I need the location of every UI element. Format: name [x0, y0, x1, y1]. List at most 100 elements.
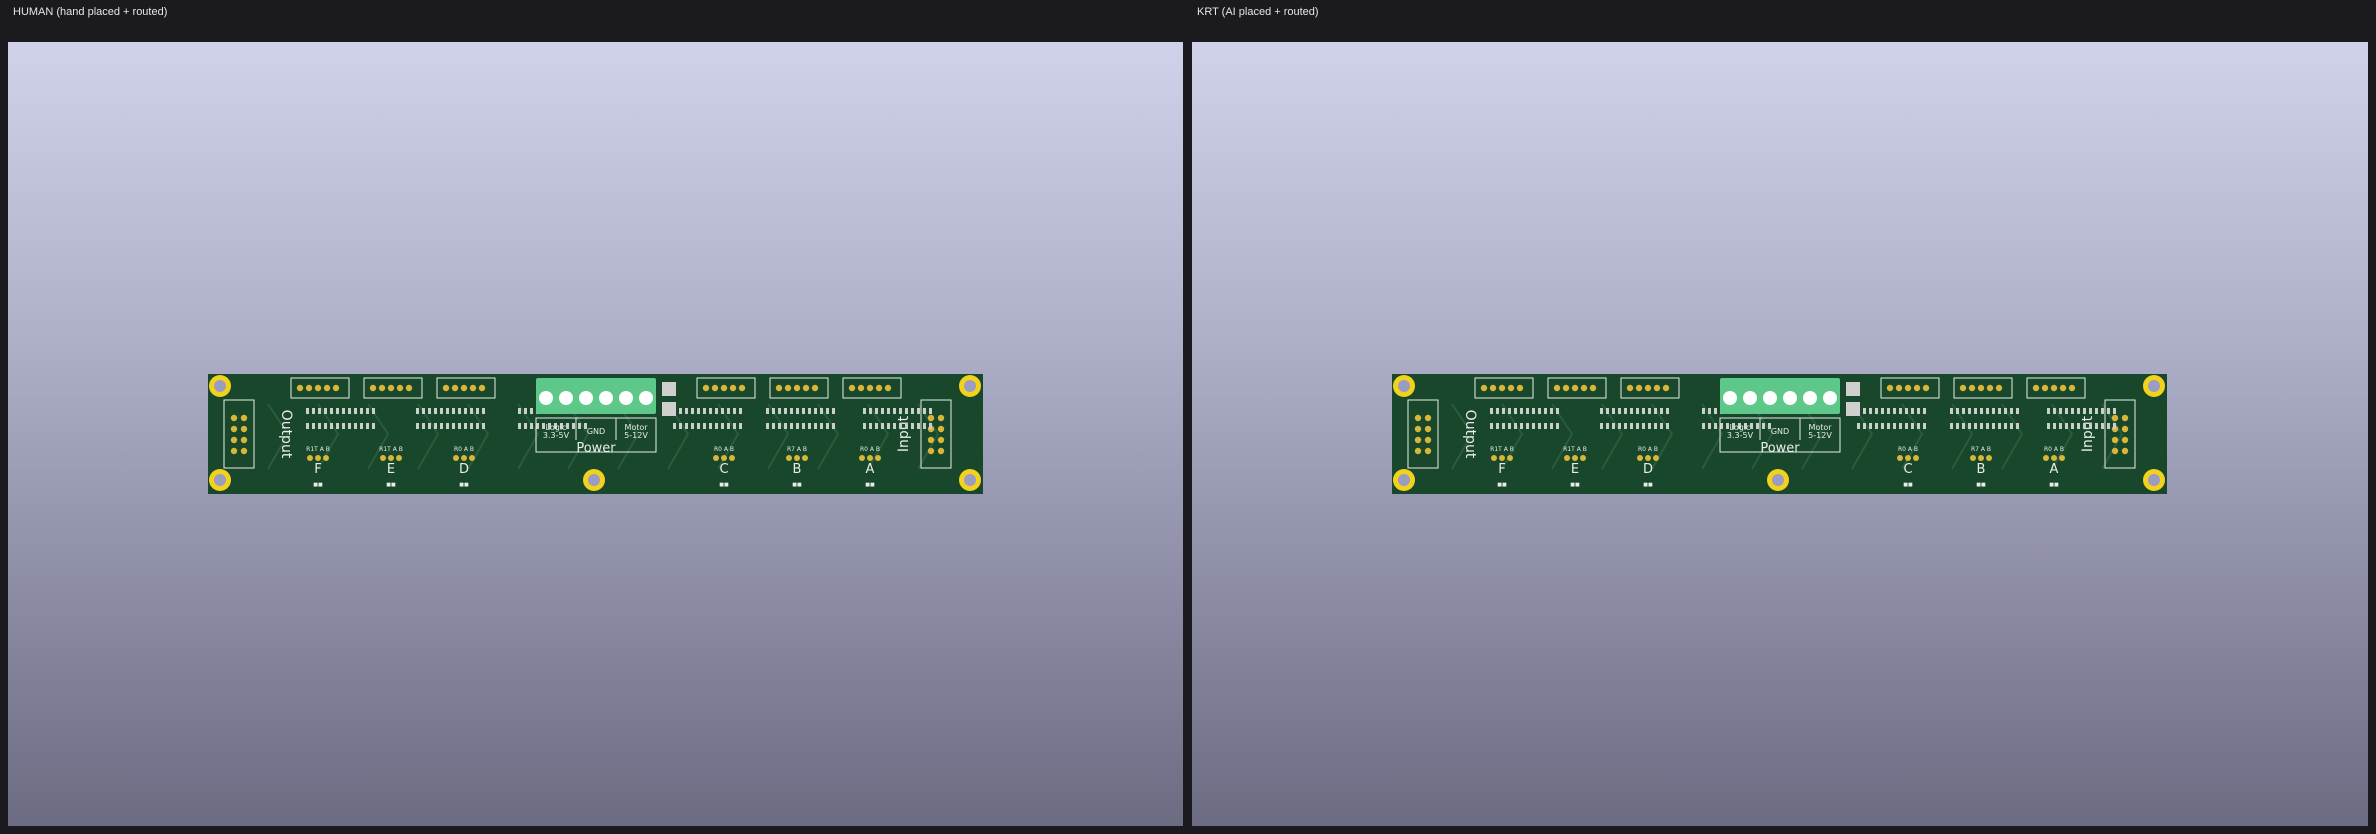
header-pad	[937, 447, 945, 455]
smd-pad	[1624, 408, 1627, 414]
smd-pad	[476, 408, 479, 414]
smd-pad	[733, 423, 736, 429]
smd-pad	[2095, 408, 2098, 414]
smd-pad	[905, 408, 908, 414]
smd-pad	[422, 408, 425, 414]
smd-pad	[1520, 408, 1523, 414]
smd-pad	[518, 423, 521, 429]
smd-pad	[733, 408, 736, 414]
smd-pad	[911, 408, 914, 414]
smd-pad	[1532, 423, 1535, 429]
smd-pad	[1917, 423, 1920, 429]
smd-pad	[814, 408, 817, 414]
jumper-pin	[713, 455, 719, 461]
jumper-pin	[396, 455, 402, 461]
smd-pad	[814, 423, 817, 429]
smd-pad	[1881, 423, 1884, 429]
smd-pad	[1899, 408, 1902, 414]
terminal-screw	[1823, 391, 1837, 405]
connector-pin	[1922, 384, 1930, 392]
smd-pad	[1881, 408, 1884, 414]
connector-pin	[369, 384, 377, 392]
regulator-chip	[1846, 402, 1860, 416]
viewport-krt[interactable]: Output Input Logic 3.3-5V GND Motor 5-12V Power…	[1192, 42, 2368, 826]
smd-pad	[2047, 408, 2050, 414]
smd-pad	[330, 408, 333, 414]
jumper-pin	[786, 455, 792, 461]
connector-pin	[396, 384, 404, 392]
smd-pad	[1606, 423, 1609, 429]
connector-pin	[1986, 384, 1994, 392]
smd-pad	[416, 408, 419, 414]
connector-pin	[793, 384, 801, 392]
smd-pad	[917, 408, 920, 414]
connector-pin	[1489, 384, 1497, 392]
smd-pad	[1600, 408, 1603, 414]
terminal-label: 5-12V	[624, 431, 648, 440]
smd-pad	[869, 408, 872, 414]
smd-pad	[784, 423, 787, 429]
header-pad	[1414, 436, 1422, 444]
jumper-label: R1T A B	[1563, 446, 1587, 453]
terminal-screw	[1743, 391, 1757, 405]
connector-pin	[857, 384, 865, 392]
connector-pin	[314, 384, 322, 392]
smd-pad	[1496, 408, 1499, 414]
smd-pad	[530, 408, 533, 414]
smd-pad	[1968, 423, 1971, 429]
mounting-hole-drill	[214, 380, 226, 392]
connector-pin	[1580, 384, 1588, 392]
connector-pin	[875, 384, 883, 392]
smd-pad	[1666, 408, 1669, 414]
viewport-human[interactable]: Output Input Logic 3.3-5V GND Motor 5-12V Power…	[8, 42, 1183, 826]
smd-pad	[715, 423, 718, 429]
header-pad	[1424, 425, 1432, 433]
jumper-label: R7 A B	[787, 446, 807, 453]
smd-pad	[2047, 423, 2050, 429]
connector-pin	[1635, 384, 1643, 392]
pcb-board: Output Input Logic 3.3-5V GND Motor 5-12V Power…	[1392, 374, 2167, 494]
smd-pad	[796, 423, 799, 429]
terminal-screw	[1783, 391, 1797, 405]
smd-pad	[1496, 423, 1499, 429]
test-point: ■■	[792, 482, 802, 488]
channel-label-e: E	[387, 462, 395, 477]
smd-pad	[1520, 423, 1523, 429]
connector-pin	[296, 384, 304, 392]
smd-pad	[1956, 423, 1959, 429]
header-pad	[230, 414, 238, 422]
pcb-svg: Output InputLogic3.3-5V GND Motor5-12VPower…	[1392, 374, 2167, 494]
smd-pad	[1762, 423, 1765, 429]
test-point: ■■	[1976, 482, 1986, 488]
smd-pad	[2010, 423, 2013, 429]
smd-pad	[881, 423, 884, 429]
smd-pad	[802, 423, 805, 429]
smd-pad	[2089, 423, 2092, 429]
channel-label-f: F	[314, 462, 321, 477]
smd-pad	[2065, 423, 2068, 429]
connector-pin	[1895, 384, 1903, 392]
smd-pad	[697, 408, 700, 414]
power-label: Power	[1760, 441, 1800, 456]
connector-pin	[775, 384, 783, 392]
pane-title-krt: KRT (AI placed + routed)	[1197, 6, 1319, 18]
smd-pad	[1893, 423, 1896, 429]
smd-pad	[434, 423, 437, 429]
smd-pad	[1654, 408, 1657, 414]
header-pad	[1414, 414, 1422, 422]
smd-pad	[691, 408, 694, 414]
smd-pad	[1875, 408, 1878, 414]
connector-pin	[884, 384, 892, 392]
test-point: ■■	[2049, 482, 2059, 488]
smd-pad	[772, 423, 775, 429]
terminal-screw	[1763, 391, 1777, 405]
smd-pad	[826, 408, 829, 414]
smd-pad	[899, 423, 902, 429]
header-pad	[937, 425, 945, 433]
smd-pad	[917, 423, 920, 429]
smd-pad	[739, 423, 742, 429]
smd-pad	[703, 423, 706, 429]
smd-pad	[464, 423, 467, 429]
connector-pin	[720, 384, 728, 392]
jumper-label: R1T A B	[379, 446, 403, 453]
